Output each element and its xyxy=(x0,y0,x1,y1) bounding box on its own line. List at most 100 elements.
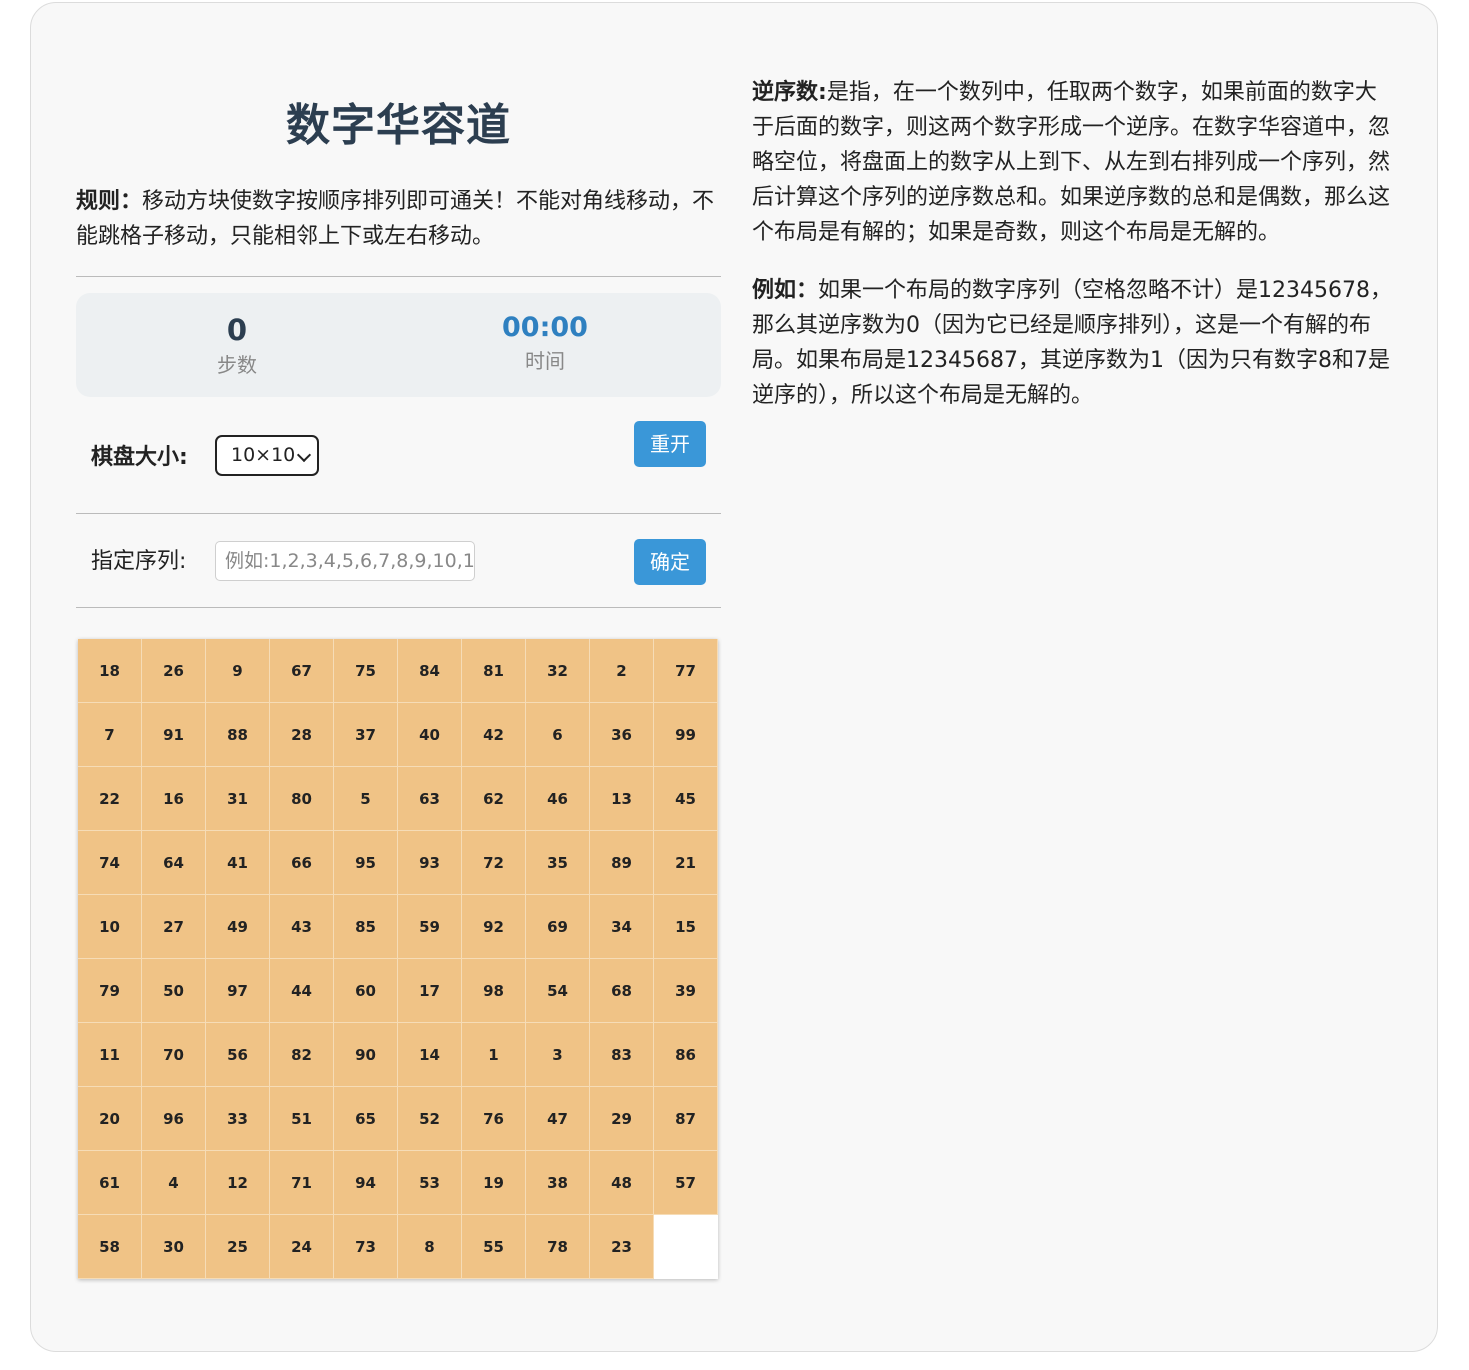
puzzle-tile[interactable]: 79 xyxy=(78,959,142,1023)
puzzle-tile[interactable]: 89 xyxy=(590,831,654,895)
puzzle-tile[interactable]: 16 xyxy=(142,767,206,831)
puzzle-tile[interactable]: 11 xyxy=(78,1023,142,1087)
puzzle-tile[interactable]: 70 xyxy=(142,1023,206,1087)
puzzle-tile[interactable]: 14 xyxy=(398,1023,462,1087)
puzzle-tile[interactable]: 67 xyxy=(270,639,334,703)
puzzle-tile[interactable]: 49 xyxy=(206,895,270,959)
puzzle-tile[interactable]: 1 xyxy=(462,1023,526,1087)
puzzle-tile[interactable]: 27 xyxy=(142,895,206,959)
puzzle-tile[interactable]: 17 xyxy=(398,959,462,1023)
puzzle-tile[interactable]: 72 xyxy=(462,831,526,895)
puzzle-tile[interactable]: 36 xyxy=(590,703,654,767)
puzzle-tile[interactable]: 63 xyxy=(398,767,462,831)
puzzle-tile[interactable]: 30 xyxy=(142,1215,206,1279)
puzzle-tile[interactable]: 66 xyxy=(270,831,334,895)
puzzle-tile[interactable]: 83 xyxy=(590,1023,654,1087)
empty-cell[interactable] xyxy=(654,1215,718,1279)
puzzle-tile[interactable]: 51 xyxy=(270,1087,334,1151)
puzzle-tile[interactable]: 45 xyxy=(654,767,718,831)
puzzle-tile[interactable]: 32 xyxy=(526,639,590,703)
puzzle-tile[interactable]: 80 xyxy=(270,767,334,831)
puzzle-tile[interactable]: 77 xyxy=(654,639,718,703)
puzzle-tile[interactable]: 92 xyxy=(462,895,526,959)
puzzle-tile[interactable]: 55 xyxy=(462,1215,526,1279)
puzzle-tile[interactable]: 42 xyxy=(462,703,526,767)
puzzle-tile[interactable]: 29 xyxy=(590,1087,654,1151)
puzzle-tile[interactable]: 87 xyxy=(654,1087,718,1151)
puzzle-tile[interactable]: 38 xyxy=(526,1151,590,1215)
puzzle-tile[interactable]: 91 xyxy=(142,703,206,767)
puzzle-tile[interactable]: 2 xyxy=(590,639,654,703)
puzzle-tile[interactable]: 35 xyxy=(526,831,590,895)
puzzle-tile[interactable]: 4 xyxy=(142,1151,206,1215)
puzzle-tile[interactable]: 82 xyxy=(270,1023,334,1087)
puzzle-tile[interactable]: 94 xyxy=(334,1151,398,1215)
puzzle-tile[interactable]: 56 xyxy=(206,1023,270,1087)
puzzle-tile[interactable]: 93 xyxy=(398,831,462,895)
puzzle-tile[interactable]: 65 xyxy=(334,1087,398,1151)
puzzle-tile[interactable]: 69 xyxy=(526,895,590,959)
puzzle-tile[interactable]: 26 xyxy=(142,639,206,703)
puzzle-tile[interactable]: 6 xyxy=(526,703,590,767)
puzzle-tile[interactable]: 25 xyxy=(206,1215,270,1279)
puzzle-tile[interactable]: 88 xyxy=(206,703,270,767)
puzzle-tile[interactable]: 19 xyxy=(462,1151,526,1215)
puzzle-tile[interactable]: 23 xyxy=(590,1215,654,1279)
board-size-select[interactable]: 10×10 xyxy=(215,435,319,476)
puzzle-tile[interactable]: 62 xyxy=(462,767,526,831)
puzzle-tile[interactable]: 12 xyxy=(206,1151,270,1215)
puzzle-tile[interactable]: 58 xyxy=(78,1215,142,1279)
puzzle-tile[interactable]: 90 xyxy=(334,1023,398,1087)
puzzle-tile[interactable]: 86 xyxy=(654,1023,718,1087)
puzzle-tile[interactable]: 78 xyxy=(526,1215,590,1279)
puzzle-tile[interactable]: 97 xyxy=(206,959,270,1023)
puzzle-tile[interactable]: 59 xyxy=(398,895,462,959)
puzzle-tile[interactable]: 71 xyxy=(270,1151,334,1215)
puzzle-tile[interactable]: 37 xyxy=(334,703,398,767)
puzzle-tile[interactable]: 64 xyxy=(142,831,206,895)
puzzle-tile[interactable]: 15 xyxy=(654,895,718,959)
puzzle-tile[interactable]: 3 xyxy=(526,1023,590,1087)
puzzle-tile[interactable]: 48 xyxy=(590,1151,654,1215)
puzzle-tile[interactable]: 81 xyxy=(462,639,526,703)
puzzle-tile[interactable]: 60 xyxy=(334,959,398,1023)
puzzle-tile[interactable]: 8 xyxy=(398,1215,462,1279)
puzzle-tile[interactable]: 84 xyxy=(398,639,462,703)
puzzle-tile[interactable]: 20 xyxy=(78,1087,142,1151)
confirm-button[interactable]: 确定 xyxy=(634,539,706,585)
puzzle-tile[interactable]: 34 xyxy=(590,895,654,959)
puzzle-tile[interactable]: 99 xyxy=(654,703,718,767)
puzzle-tile[interactable]: 40 xyxy=(398,703,462,767)
puzzle-tile[interactable]: 21 xyxy=(654,831,718,895)
puzzle-tile[interactable]: 52 xyxy=(398,1087,462,1151)
puzzle-tile[interactable]: 98 xyxy=(462,959,526,1023)
puzzle-tile[interactable]: 73 xyxy=(334,1215,398,1279)
puzzle-tile[interactable]: 33 xyxy=(206,1087,270,1151)
puzzle-tile[interactable]: 57 xyxy=(654,1151,718,1215)
puzzle-tile[interactable]: 43 xyxy=(270,895,334,959)
puzzle-tile[interactable]: 7 xyxy=(78,703,142,767)
puzzle-tile[interactable]: 39 xyxy=(654,959,718,1023)
puzzle-tile[interactable]: 96 xyxy=(142,1087,206,1151)
puzzle-tile[interactable]: 46 xyxy=(526,767,590,831)
puzzle-tile[interactable]: 5 xyxy=(334,767,398,831)
puzzle-tile[interactable]: 9 xyxy=(206,639,270,703)
puzzle-tile[interactable]: 53 xyxy=(398,1151,462,1215)
puzzle-tile[interactable]: 31 xyxy=(206,767,270,831)
puzzle-tile[interactable]: 18 xyxy=(78,639,142,703)
puzzle-tile[interactable]: 54 xyxy=(526,959,590,1023)
puzzle-tile[interactable]: 50 xyxy=(142,959,206,1023)
puzzle-tile[interactable]: 75 xyxy=(334,639,398,703)
puzzle-tile[interactable]: 47 xyxy=(526,1087,590,1151)
puzzle-tile[interactable]: 24 xyxy=(270,1215,334,1279)
puzzle-tile[interactable]: 13 xyxy=(590,767,654,831)
puzzle-tile[interactable]: 10 xyxy=(78,895,142,959)
puzzle-tile[interactable]: 61 xyxy=(78,1151,142,1215)
puzzle-tile[interactable]: 44 xyxy=(270,959,334,1023)
puzzle-tile[interactable]: 95 xyxy=(334,831,398,895)
sequence-input[interactable]: 例如:1,2,3,4,5,6,7,8,9,10,11 xyxy=(215,541,475,581)
puzzle-tile[interactable]: 76 xyxy=(462,1087,526,1151)
restart-button[interactable]: 重开 xyxy=(634,421,706,467)
puzzle-tile[interactable]: 22 xyxy=(78,767,142,831)
puzzle-tile[interactable]: 74 xyxy=(78,831,142,895)
